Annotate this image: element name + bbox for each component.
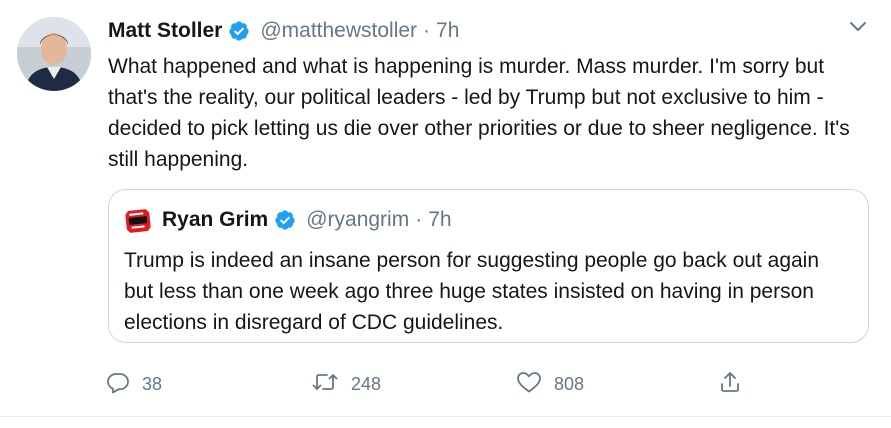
quoted-tweet[interactable]: Ryan Grim @ryangrim · 7h Trump is indeed… — [108, 189, 869, 343]
reply-button[interactable]: 38 — [106, 366, 162, 402]
quoted-author-handle[interactable]: @ryangrim — [306, 208, 409, 232]
tweet-header: Matt Stoller @matthewstoller · 7h — [108, 16, 459, 46]
share-button[interactable] — [718, 366, 742, 402]
divider — [0, 416, 891, 417]
author-handle[interactable]: @matthewstoller — [260, 19, 417, 43]
quoted-text: Trump is indeed an insane person for sug… — [124, 249, 820, 334]
like-icon — [516, 370, 542, 399]
retweet-count: 248 — [351, 373, 382, 394]
action-bar: 38 248 808 — [100, 366, 760, 402]
separator-dot: · — [415, 208, 423, 231]
reply-icon — [106, 370, 130, 399]
retweet-icon — [311, 370, 339, 399]
like-button[interactable]: 808 — [516, 366, 584, 402]
verified-icon — [228, 20, 250, 42]
verified-icon — [274, 209, 296, 231]
author-name[interactable]: Matt Stoller — [108, 19, 222, 43]
quoted-header: Ryan Grim @ryangrim · 7h — [162, 204, 452, 236]
separator-dot: · — [423, 19, 431, 42]
timestamp[interactable]: 7h — [436, 19, 459, 43]
retweet-button[interactable]: 248 — [311, 366, 381, 402]
quoted-author-name[interactable]: Ryan Grim — [162, 208, 268, 232]
tweet-text: What happened and what is happening is m… — [108, 55, 850, 171]
share-icon — [718, 370, 742, 399]
quoted-avatar[interactable] — [124, 207, 152, 235]
reply-count: 38 — [142, 373, 163, 394]
like-count: 808 — [554, 373, 585, 394]
tweet[interactable]: Matt Stoller @matthewstoller · 7h What h… — [0, 0, 891, 428]
chevron-down-icon[interactable] — [845, 16, 871, 38]
avatar[interactable] — [17, 17, 91, 91]
quoted-timestamp[interactable]: 7h — [428, 208, 451, 232]
